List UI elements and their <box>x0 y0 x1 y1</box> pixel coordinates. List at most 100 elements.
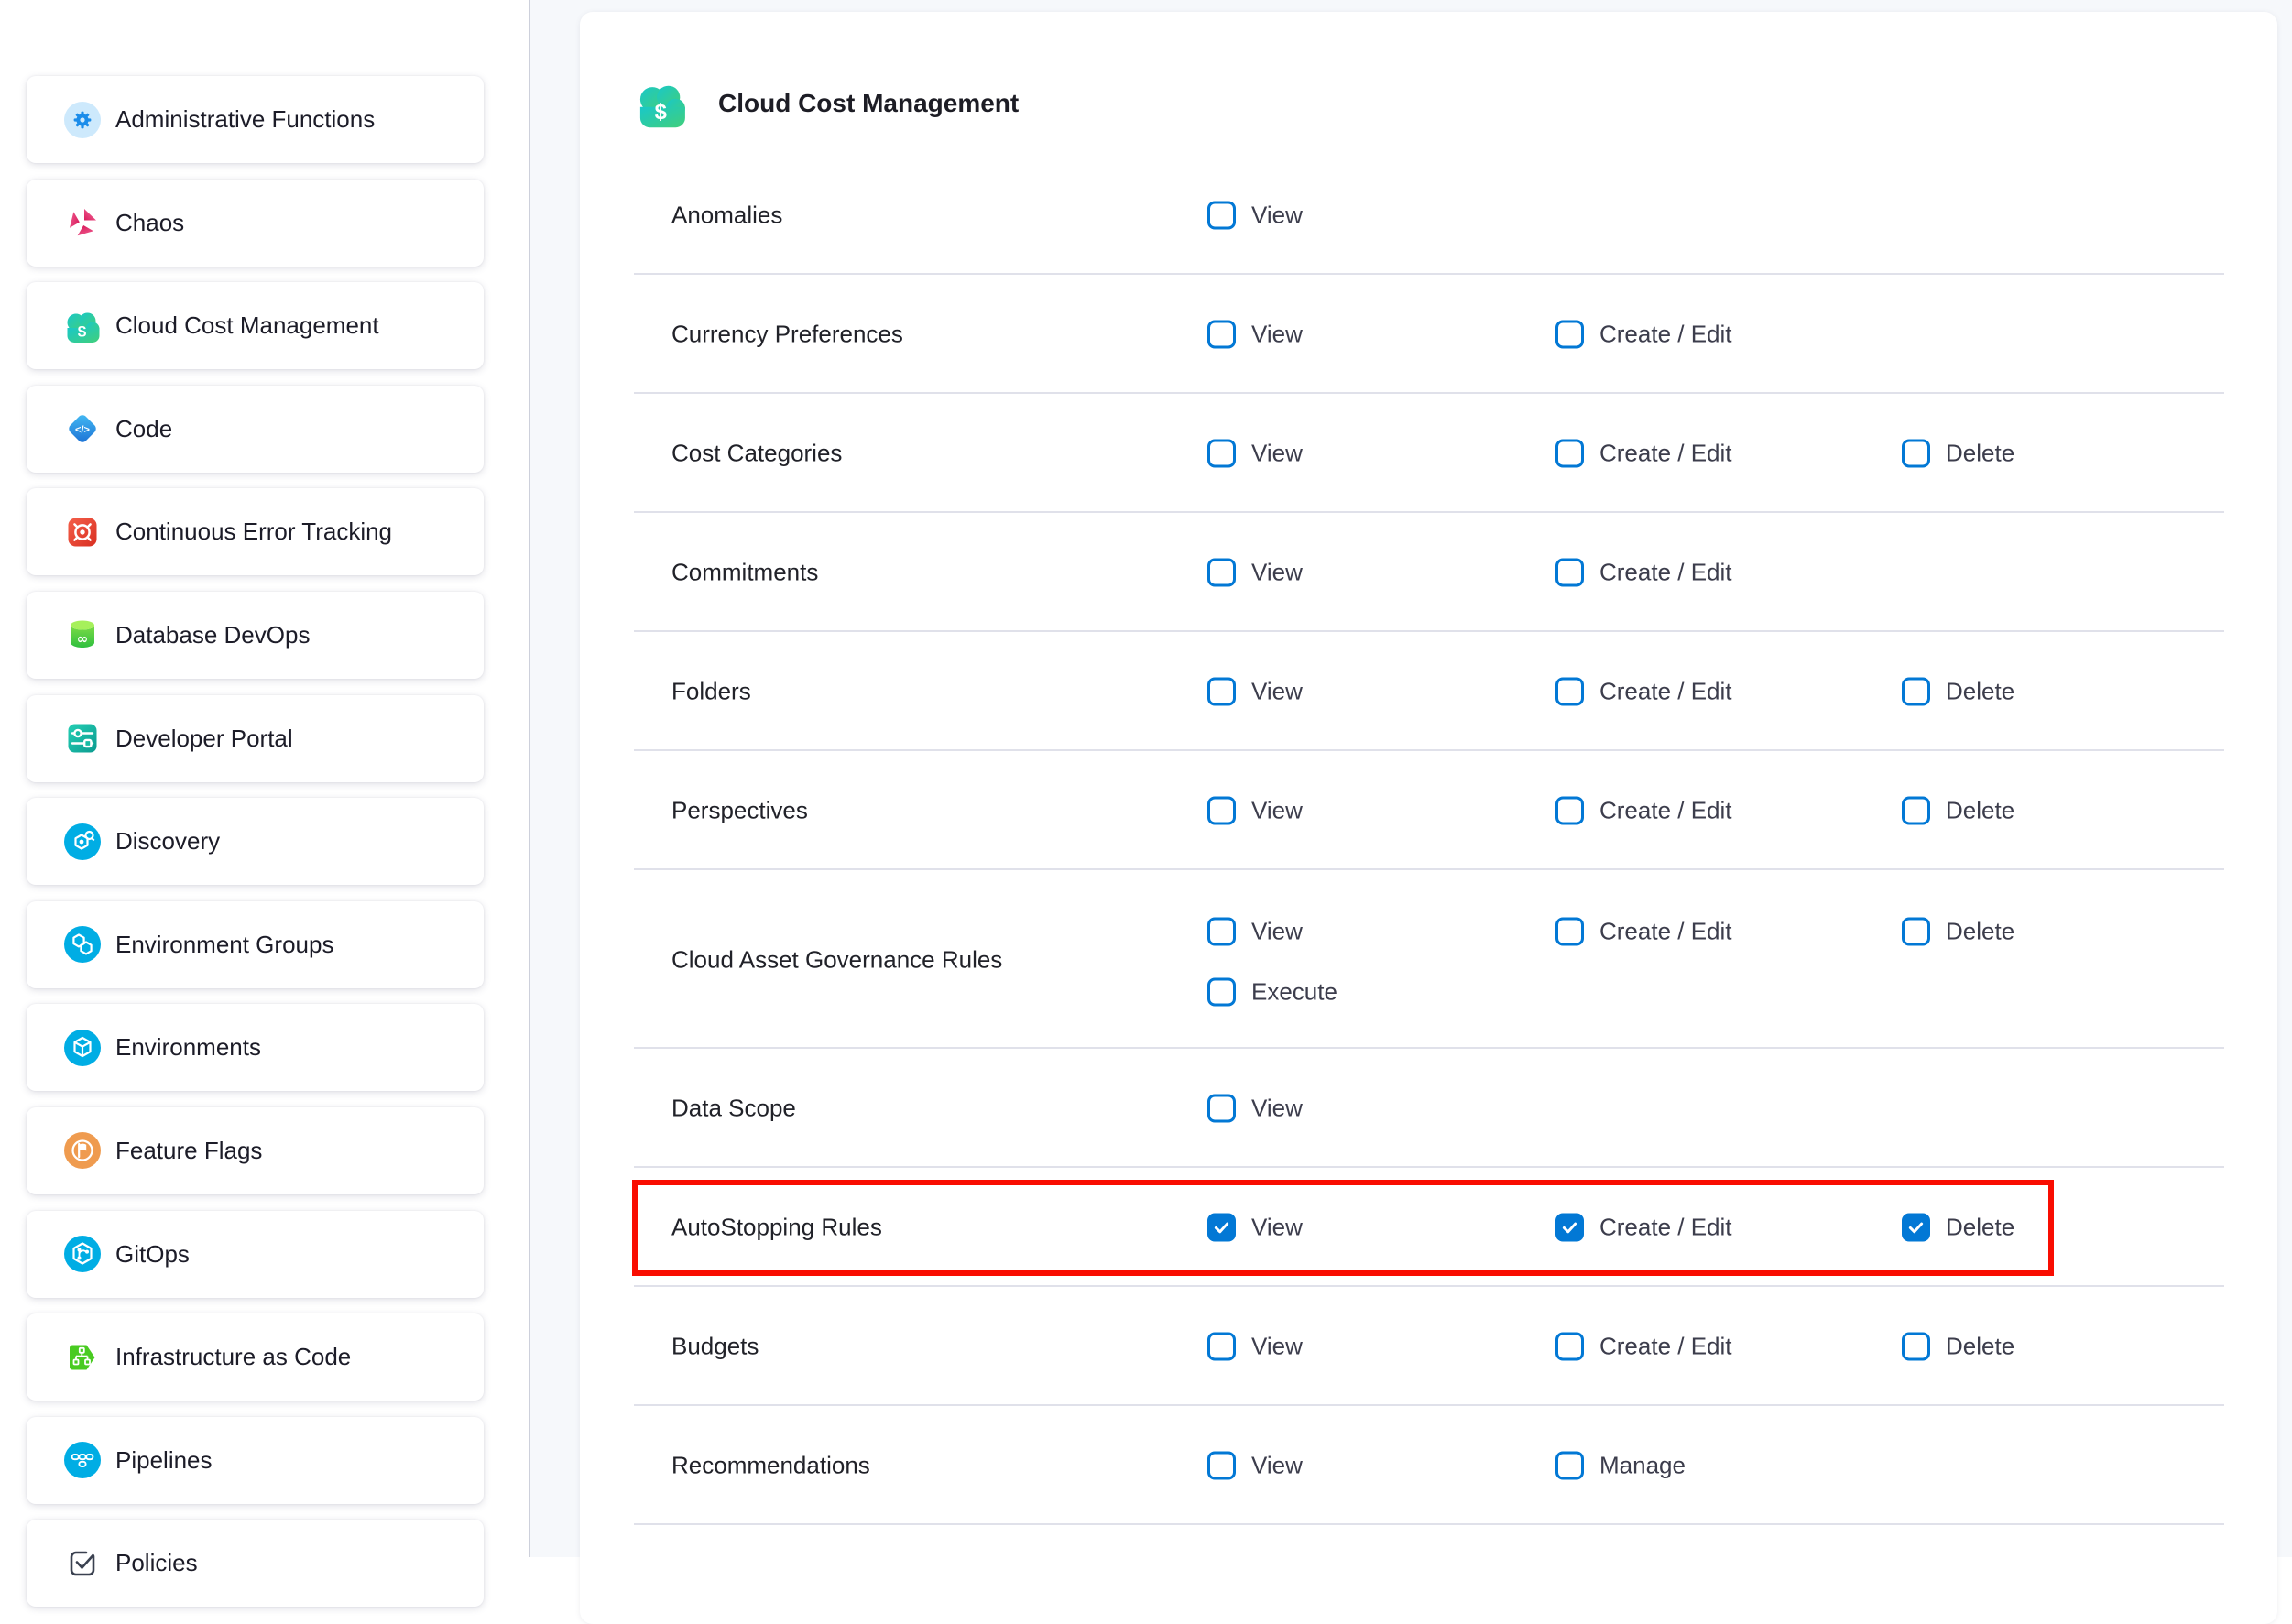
execute-checkbox[interactable] <box>1207 978 1236 1007</box>
sidebar-item-label: Environment Groups <box>115 931 333 959</box>
view-checkbox[interactable] <box>1207 1095 1236 1123</box>
create-edit-checkbox[interactable] <box>1555 321 1584 349</box>
permission-row-autostopping-rules: AutoStopping RulesViewCreate / EditDelet… <box>580 1168 2277 1287</box>
permission-label: Create / Edit <box>1599 1333 1732 1361</box>
permission-label: Create / Edit <box>1599 321 1732 349</box>
create-edit-checkbox[interactable] <box>1555 797 1584 825</box>
sidebar-item-infrastructure-as-code[interactable]: Infrastructure as Code <box>27 1313 484 1401</box>
permission-label: Create / Edit <box>1599 440 1732 468</box>
policies-icon <box>64 1545 101 1582</box>
permission-label: Create / Edit <box>1599 1214 1732 1242</box>
permission-label: Create / Edit <box>1599 678 1732 706</box>
sidebar-item-environments[interactable]: Environments <box>27 1004 484 1091</box>
create-edit-checkbox[interactable] <box>1555 678 1584 706</box>
permission-cell-view: View <box>1207 918 1303 946</box>
sidebar-item-label: Continuous Error Tracking <box>115 518 392 546</box>
sidebar-item-chaos[interactable]: Chaos <box>27 180 484 267</box>
view-checkbox[interactable] <box>1207 1452 1236 1480</box>
permission-label: Create / Edit <box>1599 559 1732 587</box>
permission-cell-view: View <box>1207 202 1303 230</box>
view-checkbox[interactable] <box>1207 797 1236 825</box>
view-checkbox[interactable] <box>1207 559 1236 587</box>
permission-label: View <box>1251 1095 1303 1123</box>
chaos-icon <box>64 204 101 241</box>
permission-label: View <box>1251 918 1303 946</box>
create-edit-checkbox[interactable] <box>1555 1214 1584 1242</box>
sidebar-item-label: Environments <box>115 1033 261 1062</box>
feature-flags-icon <box>64 1132 101 1169</box>
sidebar-item-developer-portal[interactable]: Developer Portal <box>27 695 484 782</box>
permission-label: Delete <box>1946 1214 2014 1242</box>
create-edit-checkbox[interactable] <box>1555 1333 1584 1361</box>
sidebar-item-discovery[interactable]: Discovery <box>27 798 484 885</box>
view-checkbox[interactable] <box>1207 440 1236 468</box>
view-checkbox[interactable] <box>1207 678 1236 706</box>
permission-label: View <box>1251 1452 1303 1480</box>
permission-label: Delete <box>1946 678 2014 706</box>
permission-cell-delete: Delete <box>1902 678 2014 706</box>
view-checkbox[interactable] <box>1207 202 1236 230</box>
sidebar-item-label: Infrastructure as Code <box>115 1343 351 1371</box>
permission-cell-view: View <box>1207 678 1303 706</box>
permission-cell-view: View <box>1207 1333 1303 1361</box>
view-checkbox[interactable] <box>1207 918 1236 946</box>
database-devops-icon: ∞ <box>64 616 101 653</box>
permission-cell-delete: Delete <box>1902 440 2014 468</box>
delete-checkbox[interactable] <box>1902 1333 1930 1361</box>
sidebar-item-code[interactable]: </> Code <box>27 386 484 473</box>
permission-label: Delete <box>1946 797 2014 825</box>
sidebar-item-database-devops[interactable]: ∞Database DevOps <box>27 592 484 679</box>
permission-row-cost-categories: Cost Categories View Create / Edit Delete <box>580 394 2277 513</box>
permission-label: Create / Edit <box>1599 918 1732 946</box>
permission-cell-create-edit: Create / Edit <box>1555 321 1732 349</box>
manage-checkbox[interactable] <box>1555 1452 1584 1480</box>
create-edit-checkbox[interactable] <box>1555 918 1584 946</box>
permission-label: Delete <box>1946 918 2014 946</box>
permission-cell-delete: Delete <box>1902 918 2014 946</box>
permission-cell-delete: Delete <box>1902 1333 2014 1361</box>
permission-cell-view: View <box>1207 559 1303 587</box>
sidebar-item-label: Developer Portal <box>115 725 293 753</box>
permission-cell-view: View <box>1207 1214 1303 1242</box>
create-edit-checkbox[interactable] <box>1555 559 1584 587</box>
sidebar-item-administrative-functions[interactable]: Administrative Functions <box>27 76 484 163</box>
sidebar-item-environment-groups[interactable]: Environment Groups <box>27 901 484 988</box>
resource-label: Commitments <box>671 559 818 587</box>
delete-checkbox[interactable] <box>1902 678 1930 706</box>
sidebar-item-policies[interactable]: Policies <box>27 1520 484 1607</box>
resource-label: Recommendations <box>671 1452 870 1480</box>
create-edit-checkbox[interactable] <box>1555 440 1584 468</box>
delete-checkbox[interactable] <box>1902 440 1930 468</box>
module-sidebar: Administrative Functions Chaos $Cloud Cost… <box>27 76 484 1623</box>
delete-checkbox[interactable] <box>1902 1214 1930 1242</box>
sidebar-item-feature-flags[interactable]: Feature Flags <box>27 1107 484 1194</box>
delete-checkbox[interactable] <box>1902 918 1930 946</box>
sidebar-item-label: Code <box>115 415 172 443</box>
delete-checkbox[interactable] <box>1902 797 1930 825</box>
sidebar-item-gitops[interactable]: GitOps <box>27 1211 484 1298</box>
permission-row-data-scope: Data Scope View <box>580 1049 2277 1168</box>
cloud-cost-management-icon: $ <box>636 81 687 128</box>
permission-cell-view: View <box>1207 440 1303 468</box>
view-checkbox[interactable] <box>1207 321 1236 349</box>
resource-label: Cost Categories <box>671 440 842 468</box>
permission-label: View <box>1251 202 1303 230</box>
permission-label: View <box>1251 1333 1303 1361</box>
permission-row-anomalies: AnomaliesView <box>580 156 2277 275</box>
permission-cell-create-edit: Create / Edit <box>1555 1333 1732 1361</box>
sidebar-item-label: Administrative Functions <box>115 105 375 134</box>
resource-label: Currency Preferences <box>671 321 903 349</box>
resource-label: Data Scope <box>671 1095 796 1123</box>
svg-text:</>: </> <box>75 425 90 436</box>
sidebar-item-continuous-error-tracking[interactable]: Continuous Error Tracking <box>27 488 484 575</box>
page-title: Cloud Cost Management <box>718 89 1019 118</box>
permissions-list: AnomaliesView Currency Preferences View Cre… <box>580 156 2277 1525</box>
sidebar-item-pipelines[interactable]: Pipelines <box>27 1417 484 1504</box>
view-checkbox[interactable] <box>1207 1214 1236 1242</box>
sidebar-divider <box>529 0 530 1557</box>
sidebar-item-cloud-cost-management[interactable]: $Cloud Cost Management <box>27 282 484 369</box>
view-checkbox[interactable] <box>1207 1333 1236 1361</box>
permission-label: Create / Edit <box>1599 797 1732 825</box>
permission-cell-create-edit: Create / Edit <box>1555 797 1732 825</box>
resource-label: Folders <box>671 678 751 706</box>
